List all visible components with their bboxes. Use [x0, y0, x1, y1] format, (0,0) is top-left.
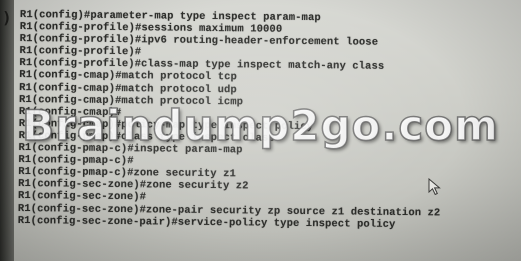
terminal-output: R1(config)#parameter-map type inspect pa…: [18, 9, 518, 232]
monitor-bezel: ): [0, 0, 14, 261]
mouse-pointer-icon: [428, 178, 441, 196]
bezel-glyph: ): [2, 8, 12, 27]
terminal-screen: ) R1(config)#parameter-map type inspect …: [0, 0, 521, 261]
